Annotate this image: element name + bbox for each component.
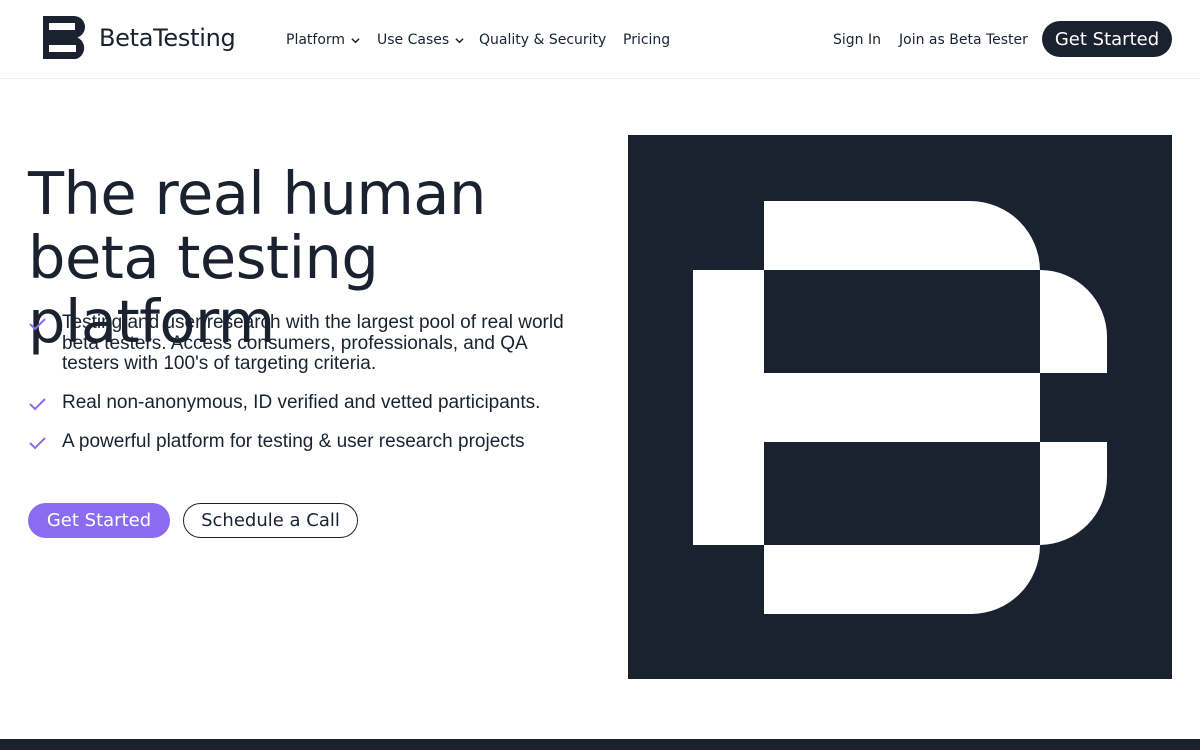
nav-pricing-label: Pricing: [623, 32, 671, 48]
header-get-started-button[interactable]: Get Started: [1042, 21, 1172, 57]
feature-item: A powerful platform for testing & user r…: [28, 431, 588, 453]
join-beta-tester-link[interactable]: Join as Beta Tester: [899, 30, 1028, 50]
check-icon: [29, 318, 46, 331]
check-icon: [29, 437, 46, 450]
sign-in-link[interactable]: Sign In: [833, 30, 881, 50]
nav-pricing[interactable]: Pricing: [623, 30, 670, 50]
feature-item: Real non-anonymous, ID verified and vett…: [28, 391, 588, 414]
nav-platform-label: Platform: [286, 32, 346, 48]
betatesting-logo-icon: [42, 15, 87, 60]
brand-name: BetaTesting: [99, 23, 236, 52]
brand-logo-link[interactable]: BetaTesting: [42, 15, 236, 60]
large-b-logo-graphic-icon: [628, 135, 1172, 679]
check-icon: [29, 397, 46, 410]
join-beta-tester-label: Join as Beta Tester: [899, 32, 1028, 48]
feature-item: Testing and user research with the large…: [28, 312, 588, 375]
nav-use-cases-label: Use Cases: [377, 32, 450, 48]
hero-illustration: [628, 135, 1172, 679]
nav-use-cases[interactable]: Use Cases: [377, 30, 464, 50]
chevron-down-icon: [455, 37, 464, 43]
nav-quality-security-label: Quality & Security: [479, 32, 607, 48]
site-header: BetaTesting Platform Use Cases Quality &…: [0, 0, 1200, 79]
nav-quality-security[interactable]: Quality & Security: [479, 30, 606, 50]
schedule-call-button[interactable]: Schedule a Call: [183, 503, 358, 538]
feature-text: Testing and user research with the large…: [62, 312, 564, 374]
feature-list: Testing and user research with the large…: [28, 312, 588, 453]
feature-text: A powerful platform for testing & user r…: [62, 431, 525, 452]
sign-in-label: Sign In: [833, 32, 881, 48]
hero-get-started-button[interactable]: Get Started: [28, 503, 170, 538]
chevron-down-icon: [351, 37, 360, 43]
feature-text: Real non-anonymous, ID verified and vett…: [62, 391, 541, 413]
nav-platform[interactable]: Platform: [286, 30, 360, 50]
footer-band: [0, 739, 1200, 750]
